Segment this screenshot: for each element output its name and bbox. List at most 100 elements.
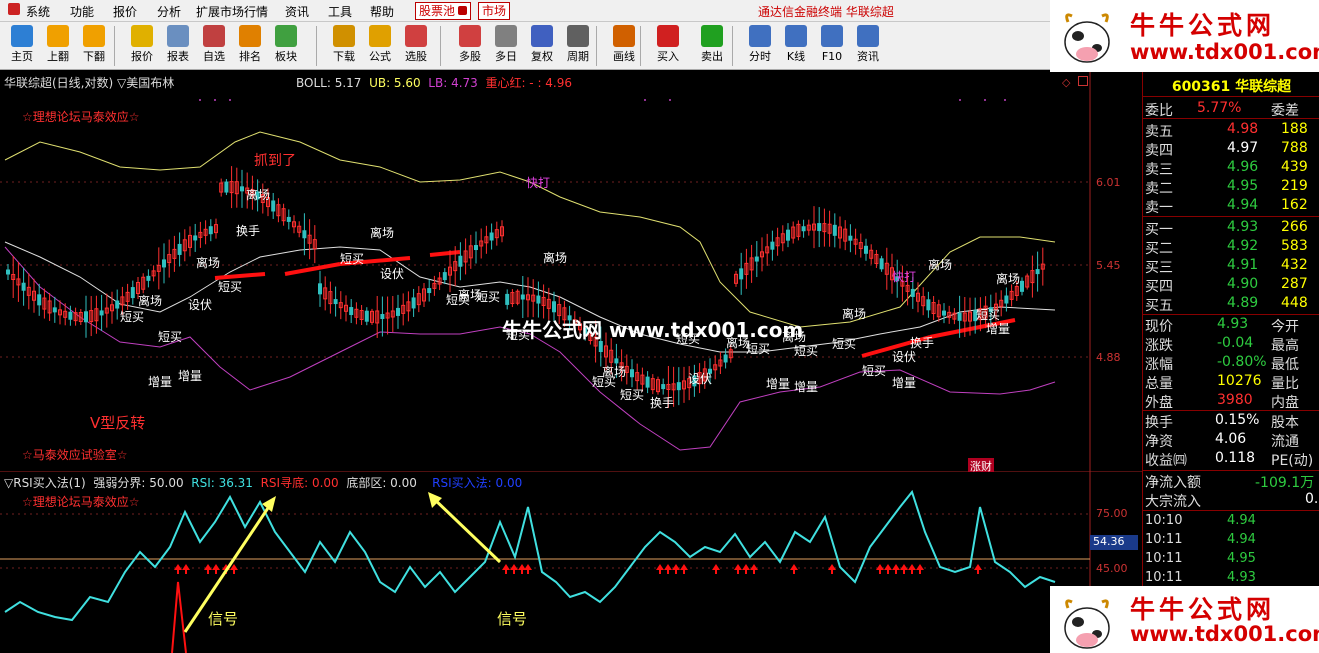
candle-body: [832, 224, 837, 236]
toolbar-button-21[interactable]: 资讯: [850, 24, 886, 68]
label-duanmai: 短买: [446, 293, 471, 307]
toolbar-icon: [459, 25, 481, 47]
toolbar-label: 卖出: [701, 50, 723, 63]
menu-extended-market[interactable]: 扩展市场行情: [196, 3, 268, 20]
toolbar-button-0[interactable]: 主页: [4, 24, 40, 68]
candle-body: [286, 216, 291, 222]
stat-label: 涨幅: [1145, 357, 1173, 373]
toolbar-label: 报表: [167, 50, 189, 63]
tab-stock-pool[interactable]: 股票池: [415, 2, 472, 20]
weibi-value: 5.77%: [1197, 100, 1242, 116]
fast-note-2: 快打: [892, 270, 917, 284]
stat-label-right: 内盘: [1271, 395, 1299, 411]
toolbar-button-6[interactable]: 排名: [232, 24, 268, 68]
toolbar-button-5[interactable]: 自选: [196, 24, 232, 68]
toolbar-icon: [11, 25, 33, 47]
menu-tools[interactable]: 工具: [328, 3, 352, 20]
toolbar-button-4[interactable]: 报表: [160, 24, 196, 68]
stat2-label-right: PE(动): [1271, 453, 1314, 469]
toolbar-button-20[interactable]: F10: [814, 24, 850, 68]
menu-system[interactable]: 系统: [26, 3, 50, 20]
boll-value: BOLL: 5.17: [296, 76, 362, 90]
toolbar-button-13[interactable]: 复权: [524, 24, 560, 68]
bid-volume: 287: [1281, 276, 1308, 292]
stat2-value: 0.15%: [1215, 412, 1260, 428]
toolbar-button-9[interactable]: 公式: [362, 24, 398, 68]
bid-price: 4.89: [1227, 295, 1259, 311]
toolbar-label: 分时: [749, 50, 771, 63]
candle-body: [115, 300, 120, 309]
toolbar-button-12[interactable]: 多日: [488, 24, 524, 68]
marker-dot: [959, 99, 961, 101]
menu-quote[interactable]: 报价: [113, 3, 137, 20]
label-shefu: 设伏: [380, 267, 405, 281]
lab-note: ☆马泰效应试验室☆: [22, 448, 128, 462]
tick-price: 4.93: [1227, 570, 1256, 585]
maximize-icon[interactable]: [1078, 76, 1088, 86]
candle-body: [6, 269, 10, 275]
logo-title: 牛牛公式网: [1130, 595, 1276, 624]
toolbar-button-1[interactable]: 上翻: [40, 24, 76, 68]
toolbar-separator: [596, 26, 597, 66]
ask-price: 4.94: [1227, 197, 1259, 213]
toolbar-label: 多日: [495, 50, 517, 63]
candle-body: [364, 310, 369, 322]
bid-volume: 266: [1281, 219, 1308, 235]
chart-background: [0, 72, 1142, 472]
toolbar-button-8[interactable]: 下载: [326, 24, 362, 68]
toolbar-button-19[interactable]: K线: [778, 24, 814, 68]
rsi-indicator-chart[interactable]: [0, 472, 1142, 653]
app-icon[interactable]: [8, 3, 20, 18]
toolbar-button-16[interactable]: 买入: [650, 24, 686, 68]
label-huanshou: 换手: [650, 396, 675, 410]
rsi-axis-75: 75.00: [1096, 507, 1128, 520]
ask-label: 卖二: [1145, 181, 1173, 197]
marker-dot: [669, 99, 671, 101]
price-axis-545: 5.45: [1096, 259, 1121, 272]
toolbar-button-15[interactable]: 画线: [606, 24, 642, 68]
marker-dot: [984, 99, 986, 101]
toolbar-label: 资讯: [857, 50, 879, 63]
label-duanmai: 短买: [340, 252, 365, 266]
candle-body: [193, 235, 198, 241]
label-shefu: 设伏: [892, 350, 917, 364]
toolbar-button-18[interactable]: 分时: [742, 24, 778, 68]
diamond-icon[interactable]: ◇: [1062, 76, 1070, 89]
ask-label: 卖一: [1145, 200, 1173, 216]
toolbar-button-7[interactable]: 板块: [268, 24, 304, 68]
candle-body: [37, 294, 42, 306]
toolbar-button-3[interactable]: 报价: [124, 24, 160, 68]
chart-title[interactable]: 华联综超(日线,对数) ▽美国布林: [4, 74, 174, 91]
rsi-value: RSI: 36.31: [191, 476, 253, 490]
tick-time: 10:10: [1145, 513, 1183, 528]
tab-market[interactable]: 市场: [478, 2, 511, 20]
stat-value: -0.04: [1217, 335, 1254, 351]
toolbar-label: 画线: [613, 50, 635, 63]
toolbar-icon: [369, 25, 391, 47]
candlestick-chart[interactable]: [0, 72, 1142, 472]
label-lichang: 离场: [928, 258, 953, 272]
signal-label-1: 信号: [208, 610, 239, 628]
stat-label: 现价: [1145, 319, 1173, 335]
cow-logo-icon: [1064, 13, 1110, 63]
signal-label-2: 信号: [497, 610, 528, 628]
toolbar-button-11[interactable]: 多股: [452, 24, 488, 68]
logo-banner-bottom: 牛牛公式网 www.tdx001.com: [1050, 586, 1319, 653]
menu-function[interactable]: 功能: [70, 3, 94, 20]
toolbar-button-17[interactable]: 卖出: [694, 24, 730, 68]
label-lichang: 离场: [196, 256, 221, 270]
stat-label: 外盘: [1145, 395, 1173, 411]
menu-news[interactable]: 资讯: [285, 3, 309, 20]
label-zengliang: 增量: [148, 375, 173, 389]
toolbar-button-14[interactable]: 周期: [560, 24, 596, 68]
rsi-title[interactable]: ▽RSI买入法(1): [4, 476, 86, 490]
candle-body: [489, 232, 494, 241]
candle-body: [739, 268, 744, 280]
ask-price: 4.98: [1227, 121, 1259, 137]
toolbar-button-10[interactable]: 选股: [398, 24, 434, 68]
close-icon[interactable]: [458, 6, 468, 15]
ask-volume: 219: [1281, 178, 1308, 194]
menu-analysis[interactable]: 分析: [157, 3, 181, 20]
toolbar-button-2[interactable]: 下翻: [76, 24, 112, 68]
menu-help[interactable]: 帮助: [370, 3, 394, 20]
